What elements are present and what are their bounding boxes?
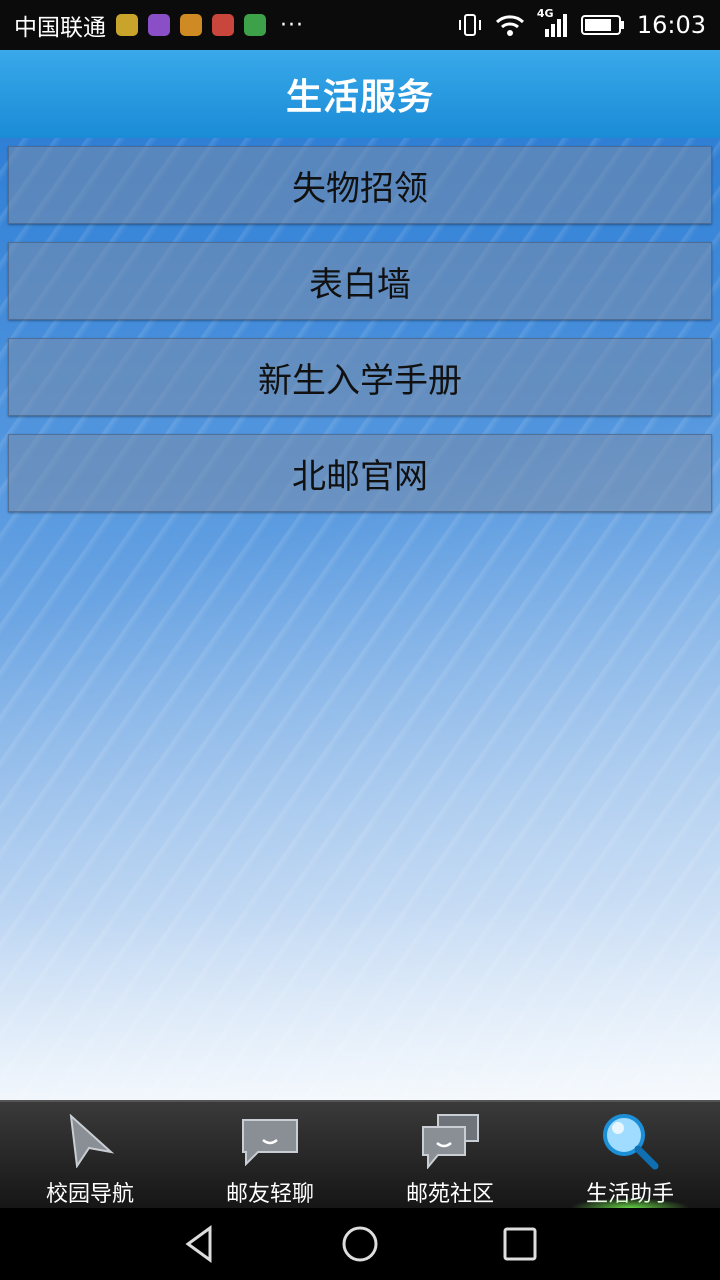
- tab-label: 邮友轻聊: [225, 1182, 314, 1207]
- search-icon: [599, 1112, 661, 1170]
- app-notification-icon: [116, 14, 138, 36]
- menu-item-label: 失物招领: [292, 168, 428, 209]
- tab-label: 校园导航: [45, 1182, 134, 1207]
- status-bar: 中国联通 ··· 4G 16:03: [0, 0, 720, 50]
- menu-item-freshman-handbook[interactable]: 新生入学手册: [8, 338, 712, 416]
- carrier-name: 中国联通: [14, 15, 106, 41]
- tab-label: 邮苑社区: [405, 1182, 494, 1207]
- main-content: 失物招领 表白墙 新生入学手册 北邮官网: [0, 138, 720, 1100]
- chat-bubble-icon: [239, 1112, 301, 1170]
- tab-community[interactable]: 邮苑社区: [360, 1102, 540, 1208]
- menu-item-label: 新生入学手册: [258, 360, 462, 401]
- home-circle-icon: [342, 1226, 378, 1262]
- back-button[interactable]: [170, 1214, 230, 1274]
- hand-notification-icon: [180, 14, 202, 36]
- clock: 16:03: [636, 11, 706, 39]
- community-bubbles-icon: [419, 1112, 481, 1170]
- back-triangle-icon: [185, 1225, 212, 1263]
- tab-label: 生活助手: [585, 1182, 674, 1207]
- home-button[interactable]: [330, 1214, 390, 1274]
- system-nav-bar: [0, 1208, 720, 1280]
- page-title: 生活服务: [285, 77, 434, 118]
- service-menu: 失物招领 表白墙 新生入学手册 北邮官网: [8, 146, 712, 530]
- grid-notification-icon: [244, 14, 266, 36]
- recents-button[interactable]: [490, 1214, 550, 1274]
- battery-icon: [580, 15, 624, 35]
- wifi-icon: [495, 15, 524, 36]
- vibrate-icon: [458, 14, 481, 36]
- menu-item-label: 表白墙: [309, 264, 411, 305]
- more-notifications-icon: ···: [280, 12, 304, 38]
- tab-life-assistant[interactable]: 生活助手: [540, 1102, 720, 1208]
- navigation-arrow-icon: [59, 1112, 121, 1170]
- recents-square-icon: [503, 1227, 537, 1261]
- tool-notification-icon: [212, 14, 234, 36]
- tab-campus-navigation[interactable]: 校园导航: [0, 1102, 180, 1208]
- menu-item-lost-and-found[interactable]: 失物招领: [8, 146, 712, 224]
- tab-chat[interactable]: 邮友轻聊: [180, 1102, 360, 1208]
- menu-item-confession-wall[interactable]: 表白墙: [8, 242, 712, 320]
- signal-icon: 4G: [537, 7, 569, 37]
- app-header: 生活服务: [0, 50, 720, 138]
- bottom-tab-bar: 校园导航 邮友轻聊 邮苑社区 生活助手: [0, 1100, 720, 1208]
- gallery-notification-icon: [148, 14, 170, 36]
- menu-item-official-website[interactable]: 北邮官网: [8, 434, 712, 512]
- menu-item-label: 北邮官网: [292, 456, 428, 497]
